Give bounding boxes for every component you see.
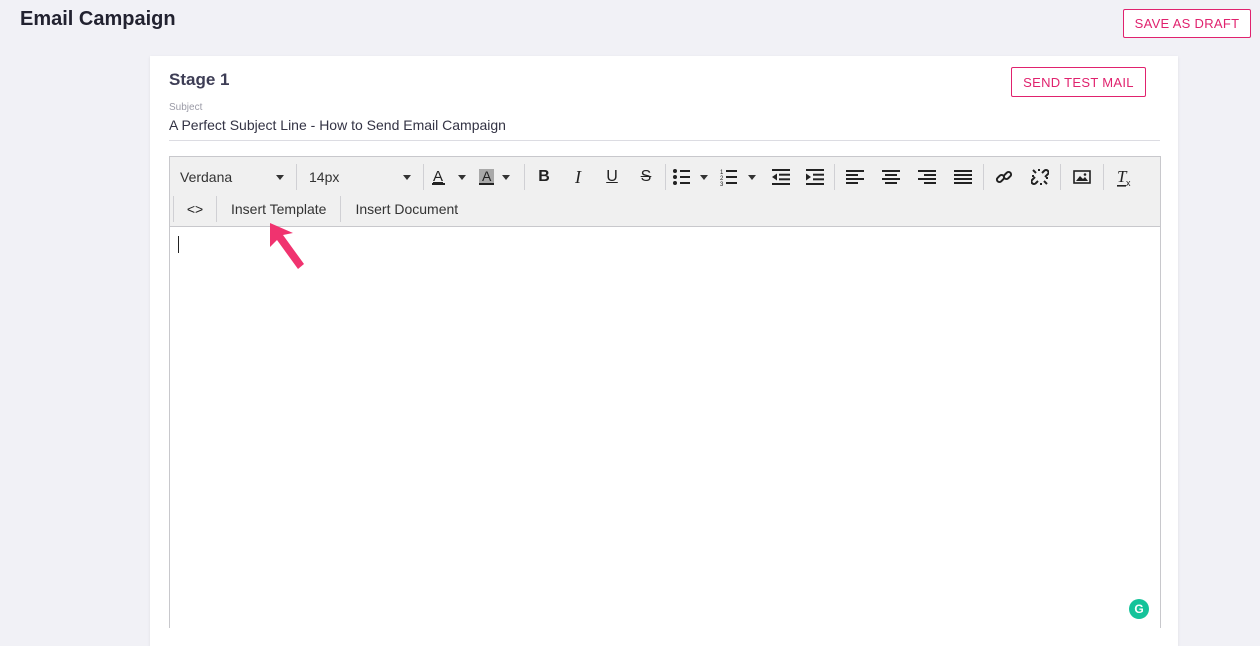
align-right-button[interactable] [909, 163, 945, 191]
toolbar-divider [665, 164, 666, 190]
insert-document-button[interactable]: Insert Document [343, 195, 470, 223]
text-color-button[interactable]: A [426, 163, 474, 191]
grammarly-icon[interactable]: G [1129, 599, 1149, 619]
stage-card: Stage 1 SEND TEST MAIL Subject A Perfect… [150, 56, 1178, 646]
align-left-icon [846, 170, 864, 184]
outdent-button[interactable] [764, 163, 798, 191]
unlink-button[interactable] [1022, 163, 1058, 191]
align-justify-button[interactable] [945, 163, 981, 191]
indent-button[interactable] [798, 163, 832, 191]
clear-format-icon: T x [1117, 167, 1131, 187]
align-center-icon [882, 170, 900, 184]
toolbar-row-1: Verdana 14px A A B I U S 1 2 3 T x [170, 161, 1144, 193]
font-size-select[interactable]: 14px [299, 163, 421, 191]
font-family-select[interactable]: Verdana [170, 163, 294, 191]
insert-template-button[interactable]: Insert Template [219, 195, 338, 223]
pointer-arrow-icon [270, 223, 304, 269]
stage-title: Stage 1 [169, 70, 230, 89]
bold-button[interactable]: B [527, 163, 561, 191]
rich-text-editor: Verdana 14px A A B I U S 1 2 3 T x <> In… [169, 156, 1161, 628]
italic-button[interactable]: I [561, 163, 595, 191]
insert-link-button[interactable] [986, 163, 1022, 191]
indent-icon [806, 169, 824, 185]
save-as-draft-button[interactable]: SAVE AS DRAFT [1123, 9, 1251, 38]
font-family-value: Verdana [180, 169, 233, 185]
toolbar-divider [834, 164, 835, 190]
toolbar-divider [1103, 164, 1104, 190]
underline-button[interactable]: U [595, 163, 629, 191]
align-left-button[interactable] [837, 163, 873, 191]
editor-content-area[interactable]: G [170, 228, 1160, 628]
chevron-down-icon [403, 174, 411, 180]
unlink-icon [1031, 169, 1049, 185]
bullet-list-button[interactable] [668, 163, 716, 191]
page-title: Email Campaign [20, 8, 176, 30]
background-color-button[interactable]: A [474, 163, 522, 191]
align-justify-icon [954, 170, 972, 184]
text-cursor [178, 236, 179, 253]
clear-formatting-button[interactable]: T x [1106, 163, 1144, 191]
svg-text:A: A [433, 168, 443, 185]
toolbar-divider [296, 164, 297, 190]
svg-text:3: 3 [720, 182, 724, 186]
align-center-button[interactable] [873, 163, 909, 191]
subject-input[interactable]: A Perfect Subject Line - How to Send Ema… [169, 117, 506, 133]
toolbar-divider [983, 164, 984, 190]
insert-image-button[interactable] [1063, 163, 1101, 191]
image-icon [1073, 170, 1091, 184]
subject-underline [169, 140, 1160, 141]
text-color-icon: A [432, 168, 466, 185]
toolbar-divider [1060, 164, 1061, 190]
highlight-color-icon: A [479, 168, 510, 185]
toolbar-divider [423, 164, 424, 190]
subject-label: Subject [169, 102, 203, 113]
toolbar-divider [216, 196, 217, 222]
toolbar-row-2: <> Insert Template Insert Document [170, 193, 470, 225]
toolbar-divider [340, 196, 342, 222]
strikethrough-button[interactable]: S [629, 163, 663, 191]
numbered-list-icon: 1 2 3 [720, 170, 756, 186]
align-right-icon [918, 170, 936, 184]
svg-text:A: A [482, 168, 492, 184]
chevron-down-icon [276, 174, 284, 180]
send-test-mail-button[interactable]: SEND TEST MAIL [1011, 67, 1146, 97]
toolbar-divider [524, 164, 525, 190]
font-size-value: 14px [309, 169, 340, 185]
toolbar-divider [173, 196, 174, 222]
svg-text:x: x [1126, 178, 1131, 187]
editor-toolbar: Verdana 14px A A B I U S 1 2 3 T x <> In… [170, 157, 1160, 227]
bullet-list-icon [673, 169, 708, 185]
outdent-icon [772, 169, 790, 185]
numbered-list-button[interactable]: 1 2 3 [716, 163, 764, 191]
code-view-button[interactable]: <> [176, 195, 214, 223]
link-icon [995, 170, 1013, 184]
